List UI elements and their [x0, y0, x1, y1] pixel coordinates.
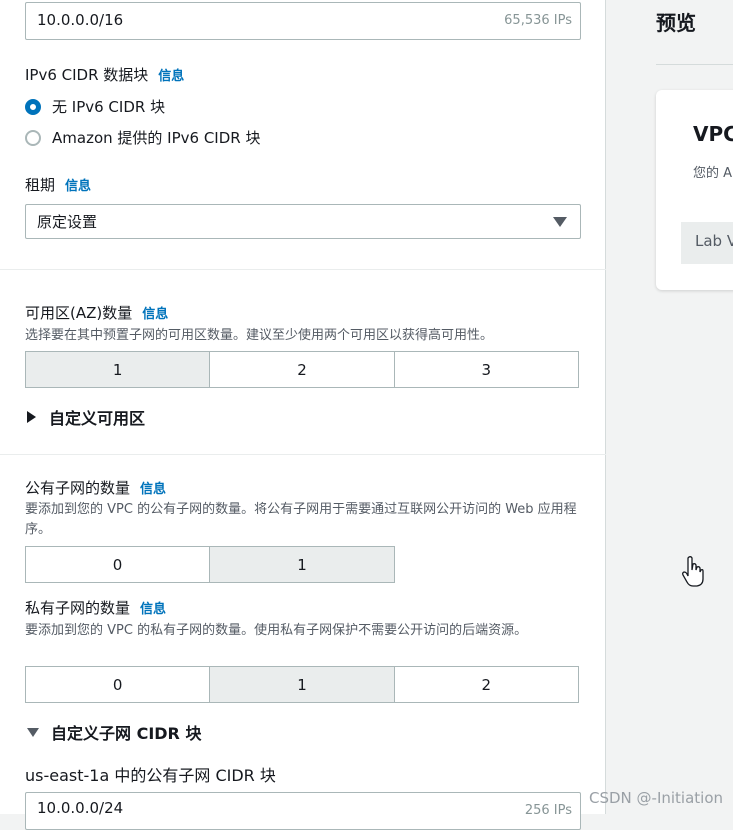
ipv4-cidr-ip-count: 65,536 IPs [504, 13, 572, 28]
vpc-card-title: VPC [693, 122, 733, 146]
vpc-preview-card: VPC 您的 A Lab V [656, 90, 733, 290]
public-subnets-label-text: 公有子网的数量 [25, 479, 131, 497]
caret-down-icon [553, 217, 567, 227]
az-count-segmented: 1 2 3 [25, 351, 579, 388]
public-subnets-description: 要添加到您的 VPC 的公有子网的数量。将公有子网用于需要通过互联网公开访问的 … [25, 502, 577, 537]
vpc-card-subtitle: 您的 A [693, 166, 733, 181]
tenancy-select[interactable]: 原定设置 [25, 204, 581, 239]
caret-down-icon [27, 727, 39, 737]
private-subnets-option-0[interactable]: 0 [26, 667, 210, 702]
section-divider [0, 454, 606, 455]
ipv6-info-link[interactable]: 信息 [158, 69, 184, 84]
public-subnet-cidr-label: us-east-1a 中的公有子网 CIDR 块 [25, 766, 276, 785]
public-subnets-label: 公有子网的数量 信息 [25, 477, 166, 498]
hand-cursor-icon [682, 556, 704, 587]
az-option-2[interactable]: 2 [209, 352, 394, 387]
customize-cidr-expander[interactable]: 自定义子网 CIDR 块 [27, 720, 201, 744]
tenancy-label: 租期 信息 [25, 174, 91, 195]
tenancy-info-link[interactable]: 信息 [65, 179, 91, 194]
ipv6-label-text: IPv6 CIDR 数据块 [25, 66, 149, 84]
private-subnets-option-2[interactable]: 2 [393, 667, 578, 702]
public-subnets-option-1[interactable]: 1 [209, 547, 394, 582]
az-option-3[interactable]: 3 [393, 352, 578, 387]
section-divider [0, 269, 606, 270]
radio-no-ipv6[interactable]: 无 IPv6 CIDR 块 [25, 96, 165, 117]
caret-right-icon [27, 411, 36, 423]
public-subnet-cidr-value: 10.0.0.0/24 [37, 799, 124, 817]
public-subnet-cidr-ip-count: 256 IPs [524, 803, 572, 818]
public-subnets-option-0[interactable]: 0 [26, 547, 209, 582]
az-info-link[interactable]: 信息 [142, 307, 168, 322]
ipv4-cidr-value: 10.0.0.0/16 [37, 11, 124, 29]
preview-divider [656, 64, 733, 65]
radio-no-ipv6-label: 无 IPv6 CIDR 块 [52, 98, 166, 116]
private-subnets-label: 私有子网的数量 信息 [25, 597, 166, 618]
public-subnet-cidr-input[interactable]: 10.0.0.0/24 256 IPs [25, 792, 581, 830]
private-subnets-description: 要添加到您的 VPC 的私有子网的数量。使用私有子网保护不需要公开访问的后端资源… [25, 623, 528, 638]
private-subnets-option-1[interactable]: 1 [209, 667, 394, 702]
radio-amazon-ipv6[interactable]: Amazon 提供的 IPv6 CIDR 块 [25, 127, 260, 148]
public-subnets-segmented: 0 1 [25, 546, 395, 583]
tenancy-selected-value: 原定设置 [37, 213, 98, 231]
tenancy-label-text: 租期 [25, 176, 56, 194]
public-subnets-info-link[interactable]: 信息 [140, 482, 166, 497]
ipv4-cidr-input[interactable]: 10.0.0.0/16 65,536 IPs [25, 2, 581, 40]
customize-az-expander[interactable]: 自定义可用区 [27, 405, 145, 429]
private-subnets-segmented: 0 1 2 [25, 666, 579, 703]
az-count-label: 可用区(AZ)数量 信息 [25, 302, 168, 323]
vpc-name-chip: Lab V [681, 222, 733, 264]
vpc-settings-panel: 10.0.0.0/16 65,536 IPs IPv6 CIDR 数据块 信息 无… [0, 0, 606, 830]
az-count-description: 选择要在其中预置子网的可用区数量。建议至少使用两个可用区以获得高可用性。 [25, 328, 494, 343]
ipv6-label: IPv6 CIDR 数据块 信息 [25, 64, 184, 85]
private-subnets-info-link[interactable]: 信息 [140, 602, 166, 617]
az-option-1[interactable]: 1 [26, 352, 210, 387]
watermark: CSDN @-Initiation [589, 789, 724, 807]
preview-title: 预览 [656, 11, 696, 35]
radio-unselected-icon[interactable] [25, 129, 41, 146]
radio-amazon-ipv6-label: Amazon 提供的 IPv6 CIDR 块 [52, 129, 261, 147]
customize-cidr-label: 自定义子网 CIDR 块 [51, 724, 202, 743]
az-count-label-text: 可用区(AZ)数量 [25, 304, 133, 322]
private-subnets-label-text: 私有子网的数量 [25, 599, 131, 617]
customize-az-label: 自定义可用区 [49, 409, 146, 428]
radio-selected-icon[interactable] [25, 98, 41, 115]
